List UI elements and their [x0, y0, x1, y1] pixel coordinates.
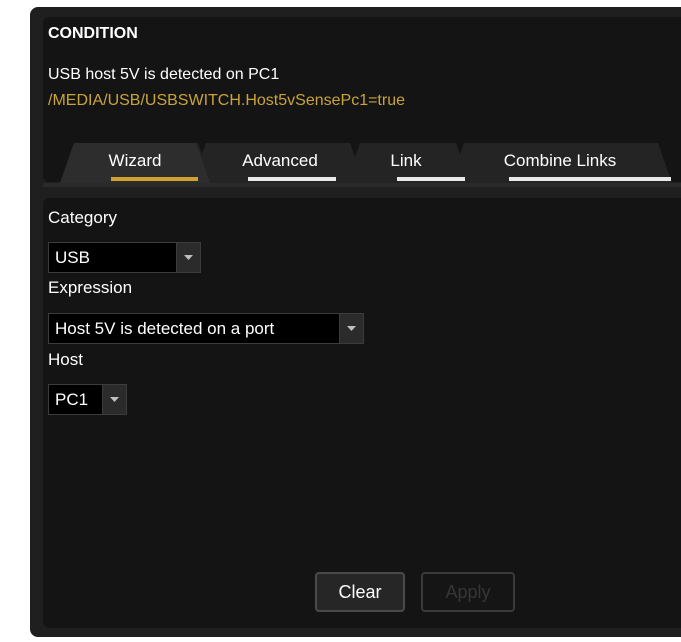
- expression-label: Expression: [48, 278, 133, 297]
- tab-wizard[interactable]: Wizard: [62, 151, 208, 171]
- tab-combine-links-indicator: [509, 177, 671, 181]
- condition-title: CONDITION: [48, 25, 138, 42]
- clear-button[interactable]: Clear: [315, 572, 405, 612]
- chevron-down-icon[interactable]: [176, 243, 200, 272]
- host-select[interactable]: PC1: [48, 384, 127, 415]
- tab-advanced[interactable]: Advanced: [200, 151, 360, 171]
- chevron-down-icon[interactable]: [339, 314, 363, 343]
- chevron-down-icon[interactable]: [102, 385, 126, 414]
- category-value: USB: [55, 248, 90, 267]
- host-value: PC1: [55, 390, 89, 409]
- tab-wizard-indicator: [111, 177, 198, 181]
- condition-description: USB host 5V is detected on PC1: [48, 66, 280, 83]
- host-label: Host: [48, 350, 83, 369]
- tab-combine-links[interactable]: Combine Links: [460, 151, 660, 171]
- tab-link-indicator: [397, 177, 465, 181]
- apply-button[interactable]: Apply: [421, 572, 515, 612]
- category-label: Category: [48, 208, 117, 227]
- tab-link[interactable]: Link: [356, 151, 456, 171]
- tab-advanced-indicator: [248, 177, 336, 181]
- expression-select[interactable]: Host 5V is detected on a port: [48, 313, 364, 344]
- category-select[interactable]: USB: [48, 242, 201, 273]
- expression-value: Host 5V is detected on a port: [55, 319, 275, 338]
- tabs-divider: [43, 183, 681, 187]
- condition-property-path: /MEDIA/USB/USBSWITCH.Host5vSensePc1=true: [48, 92, 405, 109]
